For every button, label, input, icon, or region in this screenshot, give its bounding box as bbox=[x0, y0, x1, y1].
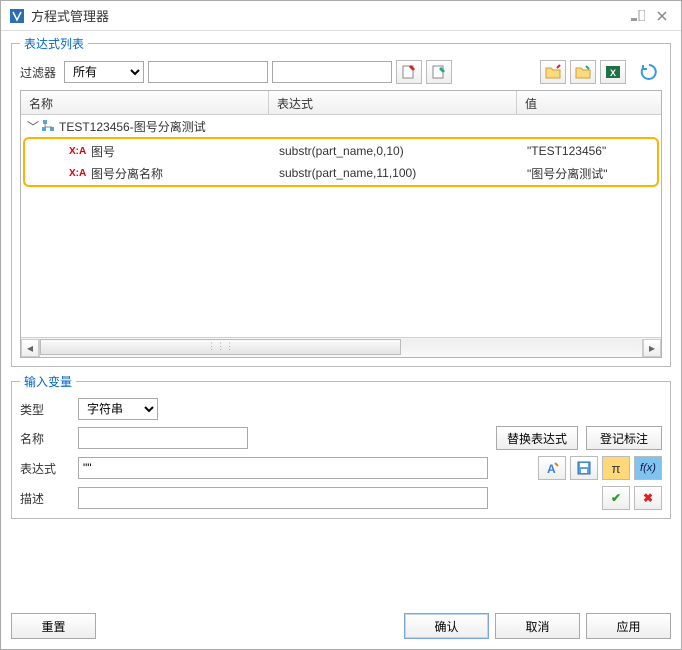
tree-collapse-icon[interactable]: ﹀ bbox=[27, 118, 37, 135]
titlebar: 方程式管理器 bbox=[1, 1, 681, 31]
root-name: TEST123456-图号分离测试 bbox=[59, 118, 206, 135]
reject-button[interactable]: ✖ bbox=[634, 486, 662, 510]
save-icon-button[interactable] bbox=[570, 456, 598, 480]
highlighted-rows: X:A 图号 substr(part_name,0,10) "TEST12345… bbox=[23, 137, 659, 187]
close-button[interactable] bbox=[651, 7, 673, 25]
part-icon bbox=[41, 119, 55, 133]
ok-button[interactable]: 确认 bbox=[404, 613, 489, 639]
window-title: 方程式管理器 bbox=[31, 6, 625, 25]
table-header: 名称 表达式 值 bbox=[21, 91, 661, 115]
tree-root-row[interactable]: ﹀ TEST123456-图号分离测试 bbox=[21, 115, 661, 137]
function-icon-button[interactable]: f(x) bbox=[634, 456, 662, 480]
import-icon-button[interactable] bbox=[396, 60, 422, 84]
description-input[interactable] bbox=[78, 487, 488, 509]
search-input-1[interactable] bbox=[148, 61, 268, 83]
row-value: "图号分离测试" bbox=[521, 165, 657, 182]
type-label: 类型 bbox=[20, 401, 66, 418]
type-select[interactable]: 字符串 bbox=[78, 398, 158, 420]
row-name: 图号 bbox=[91, 143, 115, 160]
apply-button[interactable]: 应用 bbox=[586, 613, 671, 639]
row-value: "TEST123456" bbox=[521, 144, 657, 158]
replace-expression-button[interactable]: 替换表达式 bbox=[496, 426, 578, 450]
filter-label: 过滤器 bbox=[20, 64, 56, 81]
expression-list-legend: 表达式列表 bbox=[20, 35, 88, 52]
folder-save-icon-button[interactable] bbox=[570, 60, 596, 84]
string-var-icon: X:A bbox=[69, 145, 87, 157]
excel-icon-button[interactable]: X bbox=[600, 60, 626, 84]
cancel-button[interactable]: 取消 bbox=[495, 613, 580, 639]
reset-button[interactable]: 重置 bbox=[11, 613, 96, 639]
filter-select[interactable]: 所有 bbox=[64, 61, 144, 83]
row-expr: substr(part_name,0,10) bbox=[273, 144, 521, 158]
scroll-thumb[interactable]: ⋮⋮⋮ bbox=[40, 339, 401, 355]
register-annotation-button[interactable]: 登记标注 bbox=[586, 426, 662, 450]
folder-open-icon-button[interactable] bbox=[540, 60, 566, 84]
expression-list-panel: 表达式列表 过滤器 所有 bbox=[11, 35, 671, 367]
horizontal-scrollbar[interactable]: ◂ ⋮⋮⋮ ▸ bbox=[21, 337, 661, 357]
string-var-icon: X:A bbox=[69, 167, 87, 179]
scroll-track[interactable]: ⋮⋮⋮ bbox=[39, 339, 643, 357]
pi-icon-button[interactable]: π bbox=[602, 456, 630, 480]
name-input[interactable] bbox=[78, 427, 248, 449]
col-header-value[interactable]: 值 bbox=[517, 91, 661, 114]
expression-table: 名称 表达式 值 ﹀ TEST123456-图号分离测试 bbox=[20, 90, 662, 358]
refresh-icon-button[interactable] bbox=[636, 60, 662, 84]
name-label: 名称 bbox=[20, 430, 66, 447]
help-button[interactable] bbox=[627, 7, 649, 25]
dialog-button-bar: 重置 确认 取消 应用 bbox=[1, 605, 681, 649]
svg-text:A: A bbox=[547, 462, 556, 476]
row-expr: substr(part_name,11,100) bbox=[273, 166, 521, 180]
input-variable-legend: 输入变量 bbox=[20, 373, 76, 390]
expression-input[interactable] bbox=[78, 457, 488, 479]
export-icon-button[interactable] bbox=[426, 60, 452, 84]
format-text-icon-button[interactable]: A bbox=[538, 456, 566, 480]
input-variable-panel: 输入变量 类型 字符串 名称 替换表达式 登记标注 表达式 A bbox=[11, 373, 671, 519]
accept-button[interactable]: ✔ bbox=[602, 486, 630, 510]
table-row[interactable]: X:A 图号 substr(part_name,0,10) "TEST12345… bbox=[25, 140, 657, 162]
svg-text:X: X bbox=[610, 68, 616, 78]
col-header-expr[interactable]: 表达式 bbox=[269, 91, 517, 114]
search-input-2[interactable] bbox=[272, 61, 392, 83]
scroll-right-icon[interactable]: ▸ bbox=[643, 339, 661, 357]
scroll-left-icon[interactable]: ◂ bbox=[21, 339, 39, 357]
description-label: 描述 bbox=[20, 490, 66, 507]
app-icon bbox=[9, 8, 25, 24]
expression-label: 表达式 bbox=[20, 460, 66, 477]
col-header-name[interactable]: 名称 bbox=[21, 91, 269, 114]
row-name: 图号分离名称 bbox=[91, 165, 163, 182]
table-row[interactable]: X:A 图号分离名称 substr(part_name,11,100) "图号分… bbox=[25, 162, 657, 184]
filter-toolbar: 过滤器 所有 bbox=[20, 60, 662, 84]
